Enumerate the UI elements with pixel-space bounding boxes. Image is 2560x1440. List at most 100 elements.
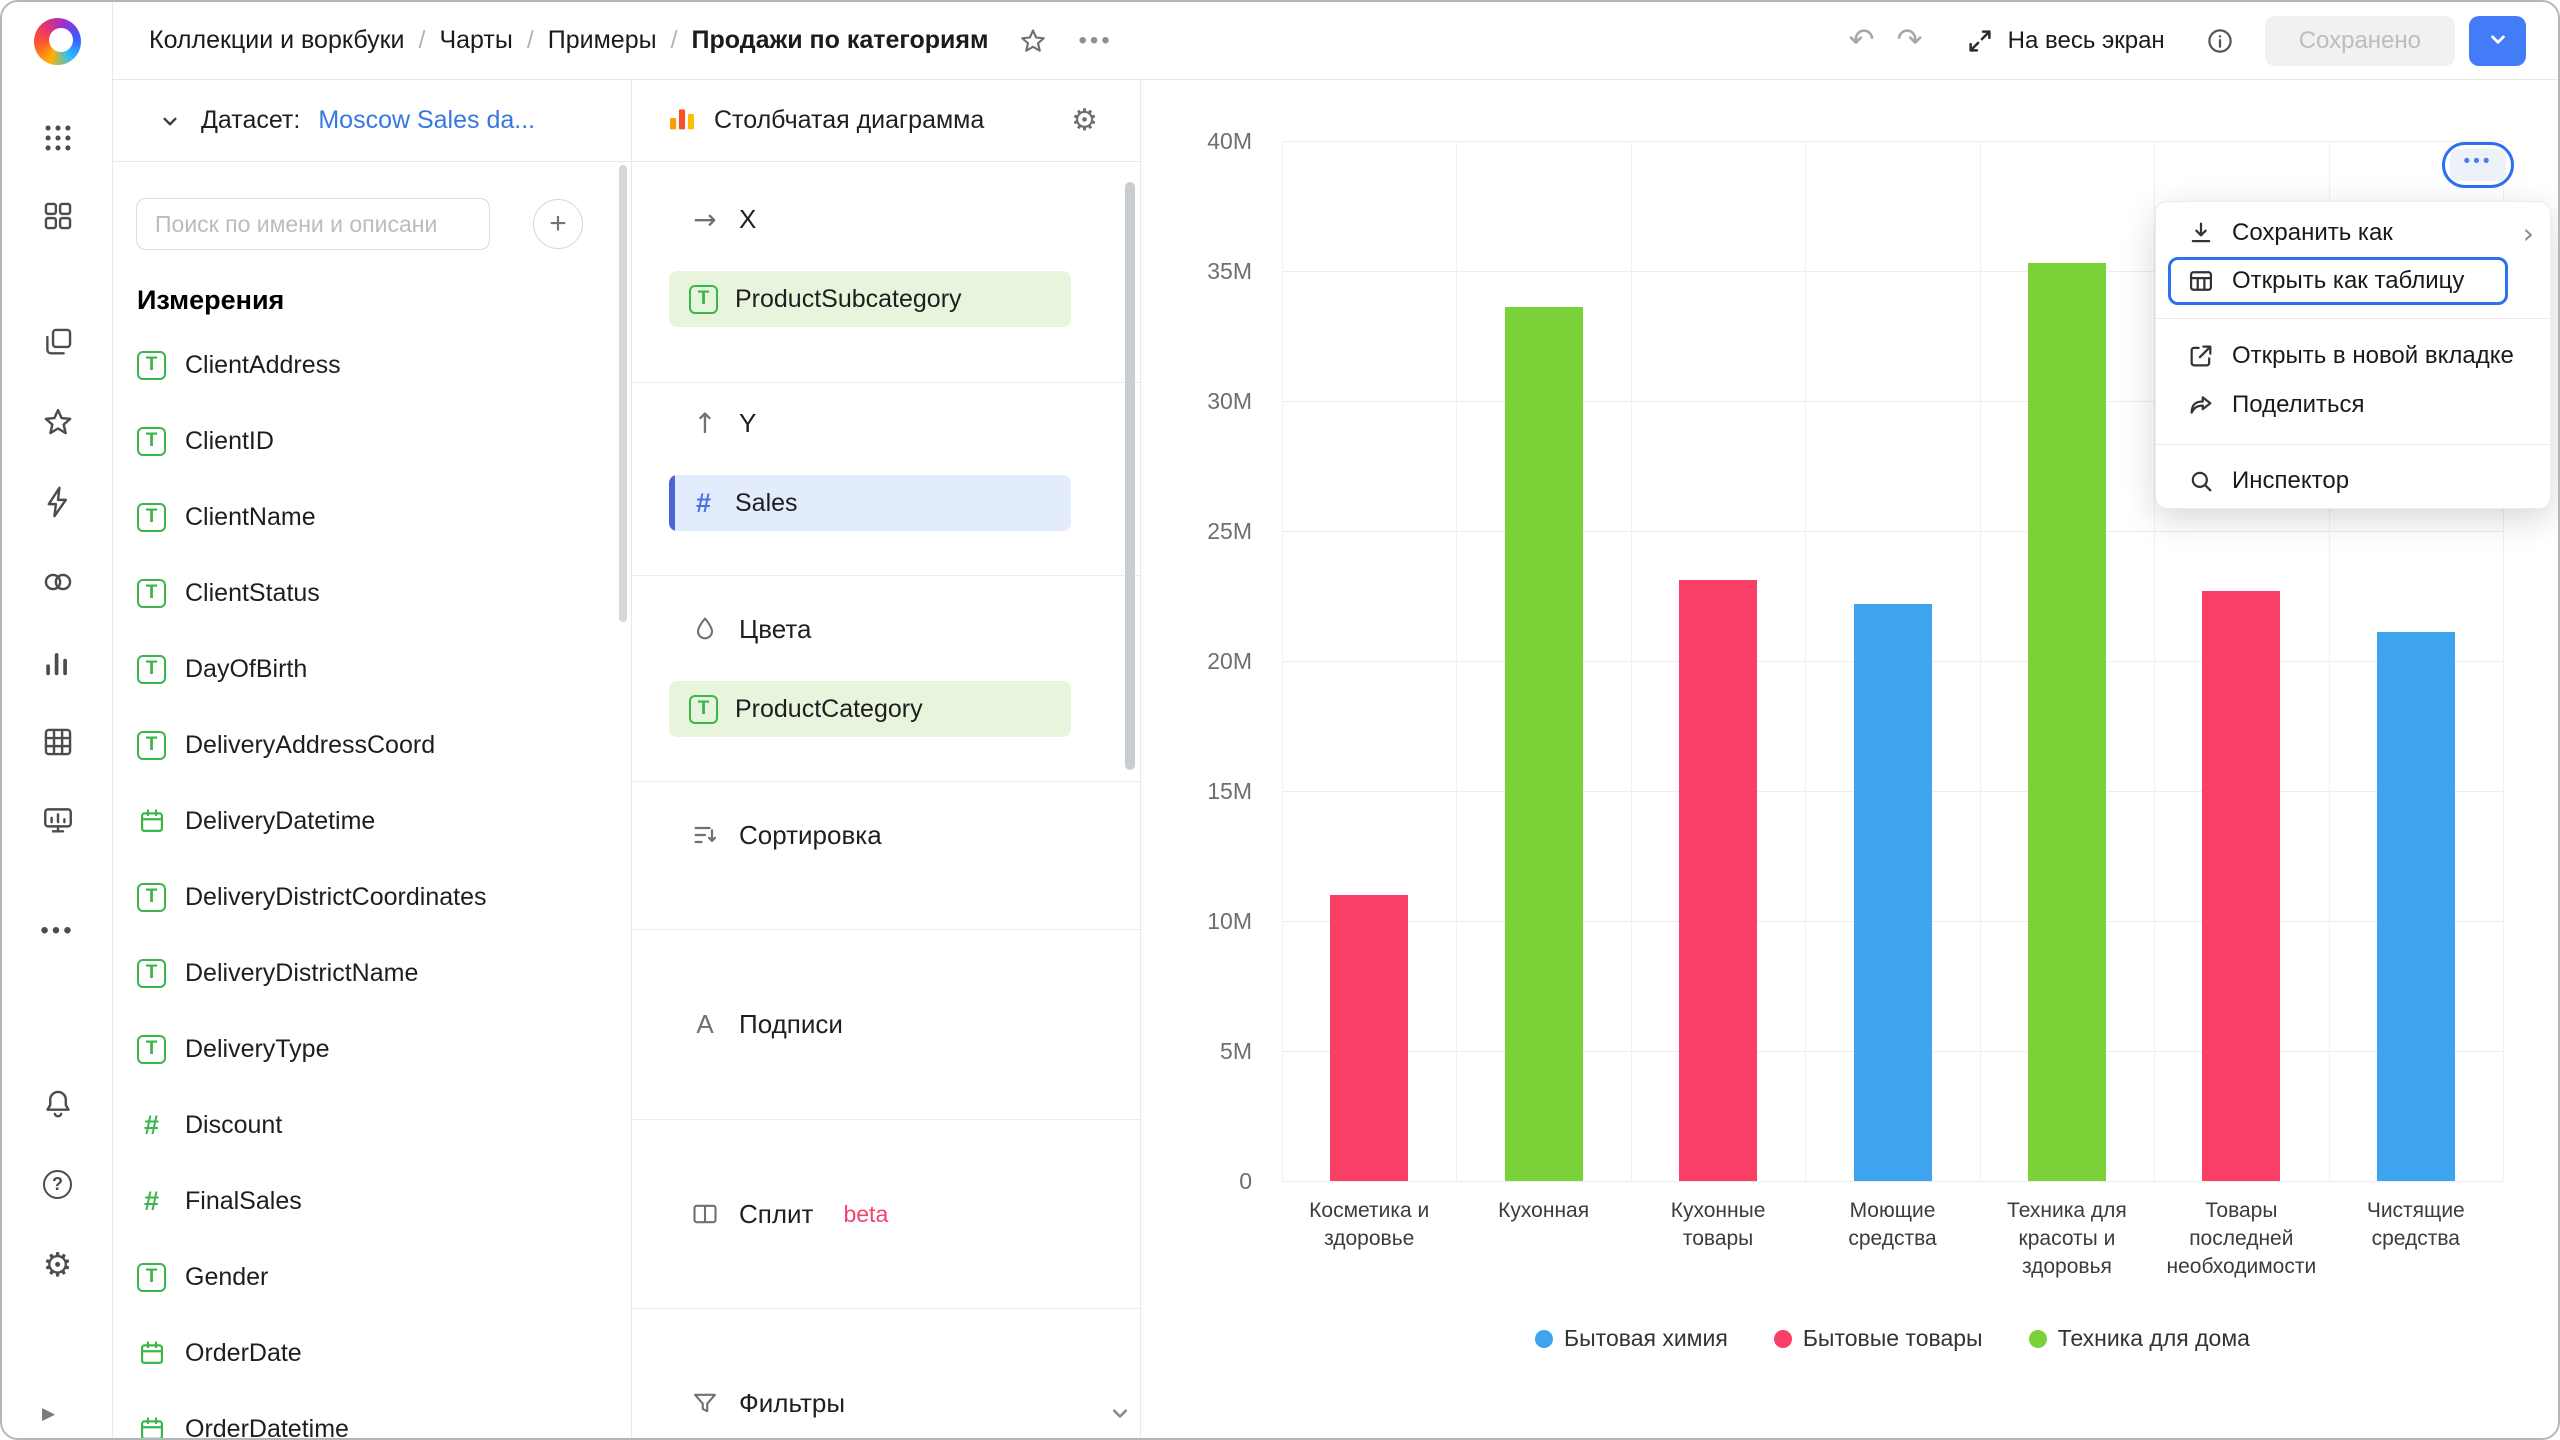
more-dots-icon[interactable]: ••• [2, 909, 113, 953]
connections-icon[interactable] [2, 560, 113, 604]
menu-item-open-as-table[interactable]: Открыть как таблицу [2168, 257, 2508, 305]
dataset-field[interactable]: T DeliveryDistrictCoordinates [113, 859, 631, 935]
dataset-field[interactable]: TClientName [113, 479, 631, 555]
field-name: DeliveryDistrictCoordinates [185, 883, 486, 912]
field-name: DeliveryDistrictName [185, 959, 418, 988]
dataset-field[interactable]: TDeliveryAddressCoord [113, 707, 631, 783]
charts-icon[interactable] [2, 640, 113, 684]
info-icon[interactable] [2205, 26, 2235, 56]
dataset-field[interactable]: #Discount [113, 1087, 631, 1163]
legend-item[interactable]: Бытовая химия [1535, 1325, 1728, 1352]
x-axis-category-label: Техника для красоты и здоровья [1992, 1197, 2142, 1281]
collections-icon[interactable] [2, 194, 113, 238]
saved-button[interactable]: Сохранено [2265, 16, 2455, 66]
chart-context-menu: Сохранить как › Открыть как таблицу Откр… [2155, 201, 2551, 509]
field-name: OrderDatetime [185, 1415, 349, 1439]
calendar-icon [137, 1339, 166, 1368]
favorite-star-icon[interactable] [1018, 26, 1048, 56]
section-divider [632, 929, 1140, 930]
chart-type-label[interactable]: Столбчатая диаграмма [714, 106, 1055, 135]
dataset-field[interactable]: T DeliveryDistrictName [113, 935, 631, 1011]
expand-icon[interactable]: ▶ [42, 1404, 55, 1424]
chevron-right-icon: › [2523, 217, 2534, 250]
settings-gear-icon[interactable]: ⚙ [2, 1242, 113, 1286]
legend-item[interactable]: Бытовые товары [1774, 1325, 1983, 1352]
app-window: ••• ? ⚙ ▶ Коллекции и воркбуки/Чарты/При… [0, 0, 2560, 1440]
collapse-chevron-icon[interactable] [157, 108, 183, 134]
bar-3 [1679, 580, 1757, 1181]
dataset-field[interactable]: OrderDate [113, 1315, 631, 1391]
y-axis-tick-label: 25M [1141, 517, 1252, 545]
field-search-input[interactable] [136, 198, 490, 250]
gridline [1980, 141, 1981, 1181]
workbooks-icon[interactable] [2, 320, 113, 364]
breadcrumb-item[interactable]: Примеры [548, 26, 657, 55]
menu-item-share[interactable]: Поделиться [2156, 381, 2550, 429]
notifications-bell-icon[interactable] [2, 1082, 113, 1126]
bar-6 [2202, 591, 2280, 1181]
dataset-field[interactable]: TClientStatus [113, 555, 631, 631]
datalens-logo[interactable] [34, 18, 81, 65]
favorites-star-icon[interactable] [2, 400, 113, 444]
dataset-field[interactable]: OrderDatetime [113, 1391, 631, 1438]
datasets-grid-icon[interactable] [2, 720, 113, 764]
bar-1 [1330, 895, 1408, 1181]
help-icon[interactable]: ? [2, 1162, 113, 1206]
dataset-field[interactable]: TClientAddress [113, 327, 631, 403]
beta-badge: beta [843, 1201, 888, 1228]
dataset-scrollbar[interactable] [619, 165, 627, 622]
undo-icon[interactable]: ↶ [1849, 25, 1875, 56]
text-type-icon: T [137, 351, 166, 380]
apps-grid-icon[interactable] [2, 116, 113, 160]
chip-drag-accent [669, 475, 675, 531]
text-type-icon: T [137, 959, 166, 988]
breadcrumb-item[interactable]: Чарты [439, 26, 512, 55]
bar-2 [1505, 307, 1583, 1181]
section-divider [632, 575, 1140, 576]
field-name: DayOfBirth [185, 655, 307, 684]
dataset-field[interactable]: TDayOfBirth [113, 631, 631, 707]
fullscreen-button[interactable]: На весь экран [1965, 26, 2165, 56]
calendar-icon [137, 807, 166, 836]
section-x: → X [632, 191, 1140, 247]
chip-productcategory[interactable]: T ProductCategory [669, 681, 1071, 737]
dataset-field[interactable]: DeliveryDatetime [113, 783, 631, 859]
chart-more-button[interactable]: ••• [2450, 149, 2506, 181]
breadcrumb-more-icon[interactable]: ••• [1078, 27, 1112, 55]
table-icon [2186, 267, 2215, 295]
text-type-icon: T [137, 883, 166, 912]
menu-item-open-new-tab[interactable]: Открыть в новой вкладке [2156, 332, 2550, 380]
menu-item-save-as[interactable]: Сохранить как › [2156, 209, 2550, 257]
quick-actions-lightning-icon[interactable] [2, 480, 113, 524]
dataset-field[interactable]: TGender [113, 1239, 631, 1315]
legend-label: Бытовая химия [1564, 1325, 1728, 1352]
filter-funnel-icon [689, 1389, 721, 1417]
dataset-field[interactable]: TClientID [113, 403, 631, 479]
text-type-icon: T [137, 731, 166, 760]
menu-item-inspector[interactable]: Инспектор [2156, 457, 2550, 505]
redo-icon[interactable]: ↷ [1897, 25, 1923, 56]
menu-divider [2156, 318, 2550, 319]
config-scrollbar[interactable] [1125, 182, 1135, 770]
add-field-button[interactable]: + [533, 199, 583, 249]
chip-productsubcategory[interactable]: T ProductSubcategory [669, 271, 1071, 327]
number-type-icon: # [689, 488, 718, 519]
arrow-up-icon: ↑ [689, 407, 721, 440]
dashboards-monitor-icon[interactable] [2, 798, 113, 842]
dataset-field[interactable]: #FinalSales [113, 1163, 631, 1239]
dataset-field[interactable]: TDeliveryType [113, 1011, 631, 1087]
column-chart-type-icon[interactable] [666, 102, 698, 139]
chip-sales[interactable]: # Sales [669, 475, 1071, 531]
scroll-down-chevron-icon[interactable] [1106, 1399, 1134, 1432]
gridline [1805, 141, 1806, 1181]
breadcrumb-item[interactable]: Коллекции и воркбуки [149, 26, 405, 55]
chart-settings-gear-icon[interactable]: ⚙ [1071, 106, 1098, 136]
chevron-down-icon [2485, 26, 2511, 55]
section-filters: Фильтры [632, 1375, 1140, 1431]
legend-item[interactable]: Техника для дома [2029, 1325, 2250, 1352]
x-axis-category-label: Моющие средства [1818, 1197, 1968, 1253]
dataset-panel: Датасет: Moscow Sales da... + Измерения … [113, 80, 631, 1438]
breadcrumb-item[interactable]: Продажи по категориям [692, 26, 989, 55]
dataset-name-link[interactable]: Moscow Sales da... [318, 106, 535, 135]
save-dropdown-button[interactable] [2469, 16, 2526, 66]
